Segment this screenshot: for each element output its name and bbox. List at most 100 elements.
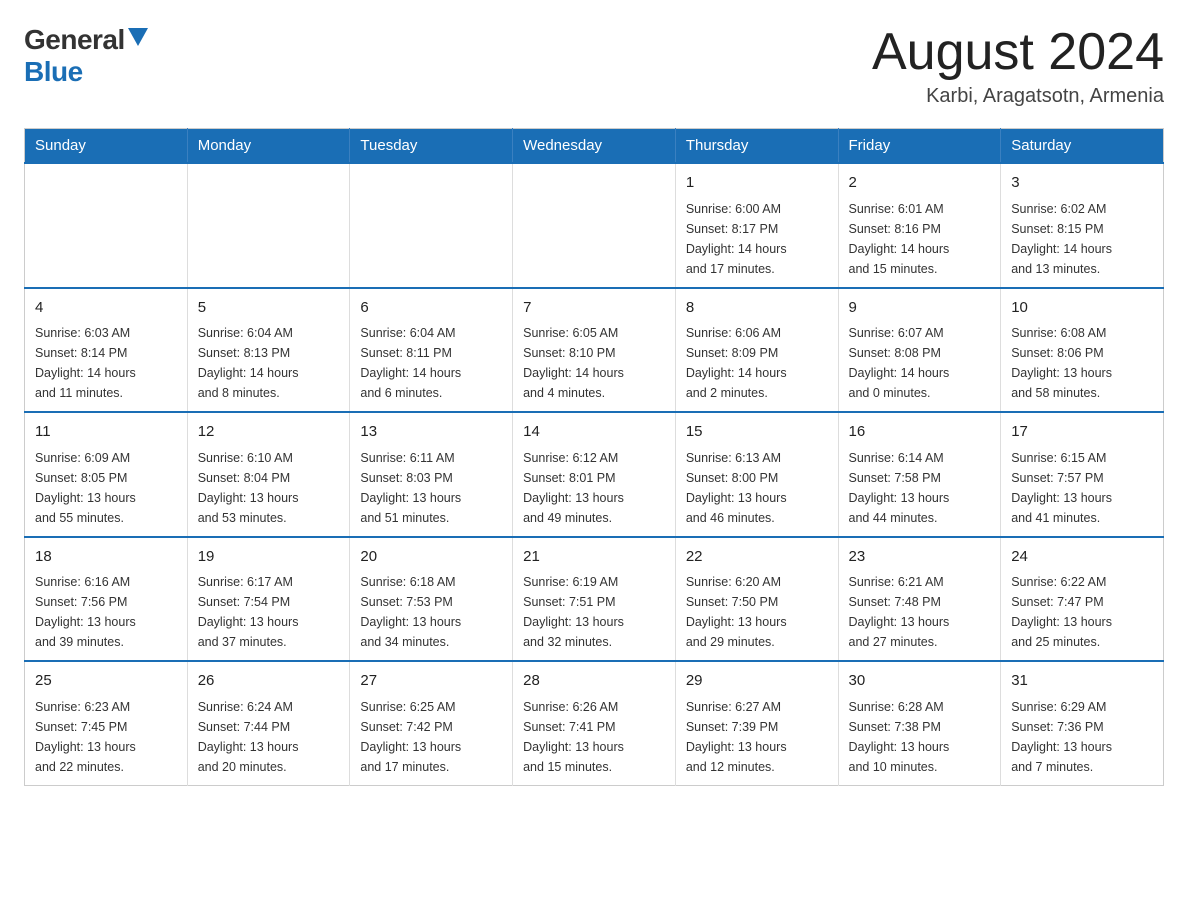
day-number: 30 bbox=[849, 670, 991, 693]
day-info: Sunrise: 6:25 AMSunset: 7:42 PMDaylight:… bbox=[360, 697, 502, 777]
calendar-cell: 13 Sunrise: 6:11 AMSunset: 8:03 PMDayligh… bbox=[350, 412, 513, 537]
day-number: 12 bbox=[198, 421, 340, 444]
calendar-cell bbox=[187, 163, 350, 288]
day-info: Sunrise: 6:07 AMSunset: 8:08 PMDaylight:… bbox=[849, 323, 991, 403]
calendar-cell: 19 Sunrise: 6:17 AMSunset: 7:54 PMDayligh… bbox=[187, 537, 350, 662]
day-number: 25 bbox=[35, 670, 177, 693]
calendar-cell: 9 Sunrise: 6:07 AMSunset: 8:08 PMDaylight… bbox=[838, 288, 1001, 413]
day-number: 2 bbox=[849, 172, 991, 195]
day-info: Sunrise: 6:01 AMSunset: 8:16 PMDaylight:… bbox=[849, 199, 991, 279]
day-info: Sunrise: 6:09 AMSunset: 8:05 PMDaylight:… bbox=[35, 448, 177, 528]
day-info: Sunrise: 6:16 AMSunset: 7:56 PMDaylight:… bbox=[35, 572, 177, 652]
day-info: Sunrise: 6:15 AMSunset: 7:57 PMDaylight:… bbox=[1011, 448, 1153, 528]
day-number: 3 bbox=[1011, 172, 1153, 195]
weekday-header-sunday: Sunday bbox=[25, 129, 188, 164]
logo: General Blue bbox=[24, 24, 148, 88]
day-info: Sunrise: 6:28 AMSunset: 7:38 PMDaylight:… bbox=[849, 697, 991, 777]
calendar-week-row: 18 Sunrise: 6:16 AMSunset: 7:56 PMDayligh… bbox=[25, 537, 1164, 662]
calendar-cell: 27 Sunrise: 6:25 AMSunset: 7:42 PMDayligh… bbox=[350, 661, 513, 785]
day-info: Sunrise: 6:29 AMSunset: 7:36 PMDaylight:… bbox=[1011, 697, 1153, 777]
calendar-cell: 29 Sunrise: 6:27 AMSunset: 7:39 PMDayligh… bbox=[675, 661, 838, 785]
month-title: August 2024 bbox=[872, 24, 1164, 81]
day-info: Sunrise: 6:13 AMSunset: 8:00 PMDaylight:… bbox=[686, 448, 828, 528]
calendar-cell: 30 Sunrise: 6:28 AMSunset: 7:38 PMDayligh… bbox=[838, 661, 1001, 785]
logo-blue-text: Blue bbox=[24, 56, 83, 88]
day-number: 26 bbox=[198, 670, 340, 693]
calendar-cell: 25Sunrise: 6:23 AMSunset: 7:45 PMDayligh… bbox=[25, 661, 188, 785]
day-info: Sunrise: 6:27 AMSunset: 7:39 PMDaylight:… bbox=[686, 697, 828, 777]
weekday-header-friday: Friday bbox=[838, 129, 1001, 164]
day-info: Sunrise: 6:18 AMSunset: 7:53 PMDaylight:… bbox=[360, 572, 502, 652]
day-number: 29 bbox=[686, 670, 828, 693]
calendar-cell: 15Sunrise: 6:13 AMSunset: 8:00 PMDayligh… bbox=[675, 412, 838, 537]
day-number: 13 bbox=[360, 421, 502, 444]
day-number: 8 bbox=[686, 297, 828, 320]
day-number: 11 bbox=[35, 421, 177, 444]
day-number: 20 bbox=[360, 546, 502, 569]
calendar-week-row: 1 Sunrise: 6:00 AMSunset: 8:17 PMDaylight… bbox=[25, 163, 1164, 288]
day-number: 16 bbox=[849, 421, 991, 444]
day-info: Sunrise: 6:20 AMSunset: 7:50 PMDaylight:… bbox=[686, 572, 828, 652]
calendar-cell bbox=[350, 163, 513, 288]
day-number: 14 bbox=[523, 421, 665, 444]
calendar-cell: 16Sunrise: 6:14 AMSunset: 7:58 PMDayligh… bbox=[838, 412, 1001, 537]
day-number: 1 bbox=[686, 172, 828, 195]
weekday-header-tuesday: Tuesday bbox=[350, 129, 513, 164]
day-info: Sunrise: 6:21 AMSunset: 7:48 PMDaylight:… bbox=[849, 572, 991, 652]
page-header: General Blue August 2024 Karbi, Aragatso… bbox=[24, 24, 1164, 108]
day-info: Sunrise: 6:04 AMSunset: 8:13 PMDaylight:… bbox=[198, 323, 340, 403]
calendar-cell: 10 Sunrise: 6:08 AMSunset: 8:06 PMDayligh… bbox=[1001, 288, 1164, 413]
calendar-week-row: 4Sunrise: 6:03 AMSunset: 8:14 PMDaylight… bbox=[25, 288, 1164, 413]
day-info: Sunrise: 6:24 AMSunset: 7:44 PMDaylight:… bbox=[198, 697, 340, 777]
day-number: 28 bbox=[523, 670, 665, 693]
calendar-cell: 6 Sunrise: 6:04 AMSunset: 8:11 PMDaylight… bbox=[350, 288, 513, 413]
calendar-cell: 11 Sunrise: 6:09 AMSunset: 8:05 PMDayligh… bbox=[25, 412, 188, 537]
weekday-header-thursday: Thursday bbox=[675, 129, 838, 164]
day-number: 9 bbox=[849, 297, 991, 320]
location-text: Karbi, Aragatsotn, Armenia bbox=[872, 85, 1164, 108]
day-number: 18 bbox=[35, 546, 177, 569]
calendar-cell: 24 Sunrise: 6:22 AMSunset: 7:47 PMDayligh… bbox=[1001, 537, 1164, 662]
calendar-cell: 2 Sunrise: 6:01 AMSunset: 8:16 PMDaylight… bbox=[838, 163, 1001, 288]
calendar-cell: 21Sunrise: 6:19 AMSunset: 7:51 PMDayligh… bbox=[513, 537, 676, 662]
day-number: 31 bbox=[1011, 670, 1153, 693]
calendar-cell: 26 Sunrise: 6:24 AMSunset: 7:44 PMDayligh… bbox=[187, 661, 350, 785]
day-info: Sunrise: 6:05 AMSunset: 8:10 PMDaylight:… bbox=[523, 323, 665, 403]
day-number: 6 bbox=[360, 297, 502, 320]
day-number: 10 bbox=[1011, 297, 1153, 320]
day-info: Sunrise: 6:08 AMSunset: 8:06 PMDaylight:… bbox=[1011, 323, 1153, 403]
day-number: 19 bbox=[198, 546, 340, 569]
calendar-cell: 20 Sunrise: 6:18 AMSunset: 7:53 PMDayligh… bbox=[350, 537, 513, 662]
calendar-week-row: 11 Sunrise: 6:09 AMSunset: 8:05 PMDayligh… bbox=[25, 412, 1164, 537]
day-number: 27 bbox=[360, 670, 502, 693]
day-info: Sunrise: 6:02 AMSunset: 8:15 PMDaylight:… bbox=[1011, 199, 1153, 279]
calendar-cell: 28 Sunrise: 6:26 AMSunset: 7:41 PMDayligh… bbox=[513, 661, 676, 785]
day-info: Sunrise: 6:26 AMSunset: 7:41 PMDaylight:… bbox=[523, 697, 665, 777]
day-info: Sunrise: 6:04 AMSunset: 8:11 PMDaylight:… bbox=[360, 323, 502, 403]
day-info: Sunrise: 6:17 AMSunset: 7:54 PMDaylight:… bbox=[198, 572, 340, 652]
day-number: 21 bbox=[523, 546, 665, 569]
calendar-table: SundayMondayTuesdayWednesdayThursdayFrid… bbox=[24, 128, 1164, 786]
calendar-cell: 23 Sunrise: 6:21 AMSunset: 7:48 PMDayligh… bbox=[838, 537, 1001, 662]
weekday-header-monday: Monday bbox=[187, 129, 350, 164]
calendar-cell: 8Sunrise: 6:06 AMSunset: 8:09 PMDaylight… bbox=[675, 288, 838, 413]
calendar-cell: 14Sunrise: 6:12 AMSunset: 8:01 PMDayligh… bbox=[513, 412, 676, 537]
calendar-cell: 4Sunrise: 6:03 AMSunset: 8:14 PMDaylight… bbox=[25, 288, 188, 413]
calendar-cell bbox=[513, 163, 676, 288]
calendar-cell: 31 Sunrise: 6:29 AMSunset: 7:36 PMDayligh… bbox=[1001, 661, 1164, 785]
weekday-header-saturday: Saturday bbox=[1001, 129, 1164, 164]
day-info: Sunrise: 6:00 AMSunset: 8:17 PMDaylight:… bbox=[686, 199, 828, 279]
calendar-cell: 12Sunrise: 6:10 AMSunset: 8:04 PMDayligh… bbox=[187, 412, 350, 537]
title-area: August 2024 Karbi, Aragatsotn, Armenia bbox=[872, 24, 1164, 108]
logo-triangle-icon bbox=[128, 28, 148, 46]
day-info: Sunrise: 6:22 AMSunset: 7:47 PMDaylight:… bbox=[1011, 572, 1153, 652]
calendar-week-row: 25Sunrise: 6:23 AMSunset: 7:45 PMDayligh… bbox=[25, 661, 1164, 785]
calendar-cell: 7Sunrise: 6:05 AMSunset: 8:10 PMDaylight… bbox=[513, 288, 676, 413]
day-number: 17 bbox=[1011, 421, 1153, 444]
calendar-cell: 18 Sunrise: 6:16 AMSunset: 7:56 PMDayligh… bbox=[25, 537, 188, 662]
day-info: Sunrise: 6:11 AMSunset: 8:03 PMDaylight:… bbox=[360, 448, 502, 528]
day-number: 24 bbox=[1011, 546, 1153, 569]
day-number: 23 bbox=[849, 546, 991, 569]
logo-general-text: General bbox=[24, 24, 125, 56]
day-info: Sunrise: 6:03 AMSunset: 8:14 PMDaylight:… bbox=[35, 323, 177, 403]
